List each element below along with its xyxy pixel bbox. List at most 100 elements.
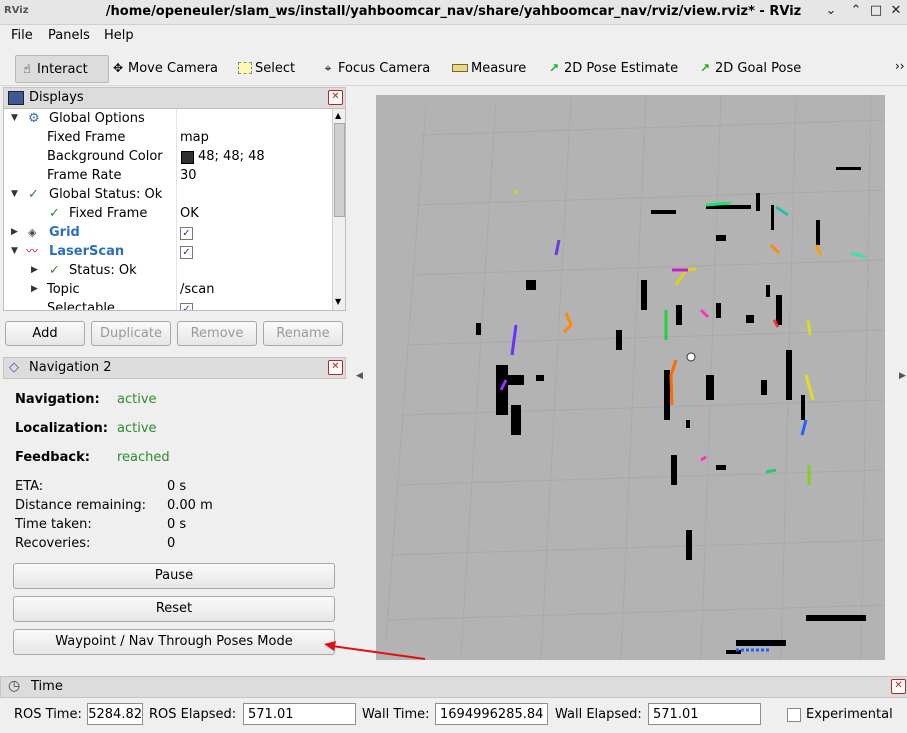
maximize-button[interactable]: □ (868, 3, 884, 19)
tree-row-fixed-frame-status[interactable]: ✓ Fixed Frame OK (4, 204, 334, 223)
waypoint-mode-button[interactable]: Waypoint / Nav Through Poses Mode (13, 629, 335, 655)
tool-select[interactable]: Select (238, 55, 295, 81)
navigation-title: Navigation 2 (29, 360, 112, 375)
monitor-icon (8, 91, 24, 105)
wall-elapsed-field[interactable]: 571.01 (648, 703, 761, 725)
tree-row-laserscan[interactable]: ▼ 〰 LaserScan ✓ (4, 242, 334, 261)
tree-row-fixed-frame[interactable]: Fixed Frame map (4, 128, 334, 147)
menu-bar: File Panels Help (0, 25, 907, 47)
check-icon: ✓ (28, 187, 39, 202)
navigation-label: Navigation: (15, 392, 100, 407)
navigation-diamond-icon: ◇ (9, 360, 19, 375)
tree-row-global-status[interactable]: ▼ ✓ Global Status: Ok (4, 185, 334, 204)
feedback-label: Feedback: (15, 450, 90, 465)
displays-scrollbar[interactable]: ▲ ▼ (332, 109, 345, 310)
wall-time-label: Wall Time: (362, 707, 430, 722)
close-window-button[interactable]: ✕ (888, 3, 904, 19)
selection-box-icon (238, 62, 252, 74)
green-arrow-icon: ↗ (699, 61, 711, 75)
ros-time-label: ROS Time: (14, 707, 82, 722)
tool-focus-camera[interactable]: ⌖ Focus Camera (321, 55, 431, 81)
clock-icon: ◷ (8, 678, 21, 694)
ros-time-field[interactable]: 5284.82 (87, 703, 143, 725)
tool-2d-pose-estimate[interactable]: ↗ 2D Pose Estimate (547, 55, 678, 81)
tool-move-camera[interactable]: ✥ Move Camera (111, 55, 218, 81)
scroll-up-icon[interactable]: ▲ (335, 111, 341, 120)
eta-value: 0 s (167, 479, 187, 494)
time-panel-header: ◷ Time ✕ (0, 676, 907, 698)
distance-remaining-value: 0.00 m (167, 498, 213, 513)
collapse-left-arrow-icon[interactable]: ◀ (356, 371, 363, 381)
scrollbar-thumb[interactable] (334, 123, 345, 217)
menu-panels[interactable]: Panels (48, 28, 90, 43)
wall-time-field[interactable]: 1694996285.84 (435, 703, 548, 725)
menu-help[interactable]: Help (104, 28, 134, 43)
rviz-3d-viewport[interactable] (376, 95, 885, 660)
add-display-button[interactable]: Add (5, 321, 85, 346)
expand-arrow-icon[interactable]: ▼ (11, 242, 18, 261)
ros-elapsed-label: ROS Elapsed: (149, 707, 237, 722)
tree-row-background-color[interactable]: Background Color 48; 48; 48 (4, 147, 334, 166)
window-title: /home/openeuler/slam_ws/install/yahboomc… (105, 4, 802, 19)
menu-file[interactable]: File (11, 28, 33, 43)
restore-button[interactable]: ⌃ (848, 3, 864, 19)
laser-icon: 〰 (26, 244, 39, 258)
color-swatch[interactable] (181, 151, 194, 164)
check-icon: ✓ (49, 206, 60, 221)
tool-measure[interactable]: Measure (452, 55, 526, 81)
tool-interact[interactable]: ☝ Interact (15, 55, 109, 83)
collapsed-arrow-icon[interactable]: ▶ (11, 223, 18, 242)
grid-enabled-checkbox[interactable]: ✓ (180, 227, 193, 240)
tree-row-selectable[interactable]: Selectable ✓ (4, 299, 334, 310)
grid-icon: ◈ (28, 226, 37, 239)
close-icon[interactable]: ✕ (328, 90, 343, 105)
displays-panel-header: Displays ✕ (3, 87, 346, 109)
remove-display-button[interactable]: Remove (177, 321, 257, 346)
selectable-checkbox[interactable]: ✓ (180, 303, 193, 310)
pause-button[interactable]: Pause (13, 563, 335, 589)
feedback-value: reached (117, 450, 170, 465)
hand-pointer-icon: ☝ (23, 62, 31, 76)
time-title: Time (31, 679, 63, 694)
time-taken-label: Time taken: (15, 517, 92, 532)
expand-arrow-icon[interactable]: ▼ (11, 109, 18, 128)
displays-tree: ▼ ⚙ Global Options Fixed Frame map Backg… (3, 108, 346, 311)
collapsed-arrow-icon[interactable]: ▶ (31, 280, 38, 299)
tree-row-frame-rate[interactable]: Frame Rate 30 (4, 166, 334, 185)
time-taken-value: 0 s (167, 517, 187, 532)
collapsed-arrow-icon[interactable]: ▶ (31, 261, 38, 280)
minimize-button[interactable]: ⌄ (823, 3, 839, 19)
toolbar-overflow-button[interactable]: ›› (895, 59, 905, 73)
duplicate-display-button[interactable]: Duplicate (91, 321, 171, 346)
laserscan-enabled-checkbox[interactable]: ✓ (180, 246, 193, 259)
reset-button[interactable]: Reset (13, 596, 335, 622)
annotation-arrow (324, 641, 426, 660)
ros-elapsed-field[interactable]: 571.01 (243, 703, 356, 725)
experimental-checkbox[interactable] (787, 708, 801, 722)
scroll-down-icon[interactable]: ▼ (335, 297, 341, 306)
close-icon[interactable]: ✕ (328, 360, 343, 375)
crosshair-icon: ⌖ (324, 61, 332, 75)
navigation-value: active (117, 392, 157, 407)
wall-elapsed-label: Wall Elapsed: (555, 707, 642, 722)
recoveries-value: 0 (167, 536, 176, 551)
tree-row-grid[interactable]: ▶ ◈ Grid ✓ (4, 223, 334, 242)
distance-remaining-label: Distance remaining: (15, 498, 146, 513)
localization-label: Localization: (15, 421, 108, 436)
close-icon[interactable]: ✕ (891, 679, 906, 694)
tree-row-laserscan-status[interactable]: ▶ ✓ Status: Ok (4, 261, 334, 280)
column-divider (176, 109, 177, 310)
collapse-right-arrow-icon[interactable]: ▶ (899, 371, 906, 381)
tree-row-topic[interactable]: ▶ Topic /scan (4, 280, 334, 299)
expand-arrow-icon[interactable]: ▼ (11, 185, 18, 204)
tree-row-global-options[interactable]: ▼ ⚙ Global Options (4, 109, 334, 128)
navigation-panel-header: ◇ Navigation 2 ✕ (3, 357, 346, 379)
localization-value: active (117, 421, 157, 436)
gear-icon: ⚙ (28, 111, 40, 126)
move-arrows-icon: ✥ (112, 61, 124, 75)
tool-2d-goal-pose[interactable]: ↗ 2D Goal Pose (698, 55, 801, 81)
displays-title: Displays (29, 90, 84, 105)
green-arrow-icon: ↗ (548, 61, 560, 75)
rename-display-button[interactable]: Rename (263, 321, 343, 346)
eta-label: ETA: (15, 479, 44, 494)
